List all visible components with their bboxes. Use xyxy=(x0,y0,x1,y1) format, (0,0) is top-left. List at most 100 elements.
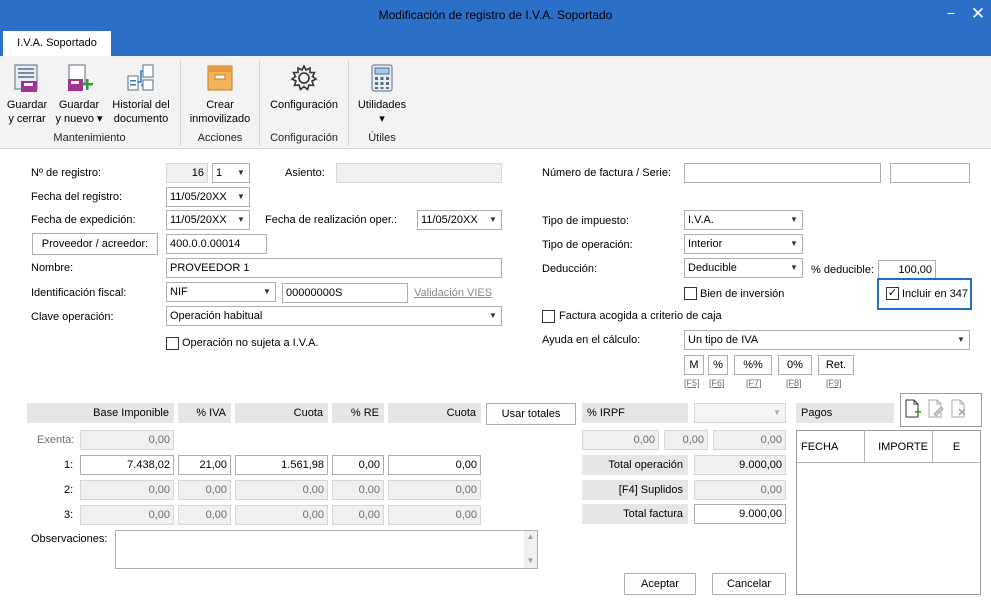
ayuda-calculo-label: Ayuda en el cálculo: xyxy=(542,334,641,346)
header-pct-iva: % IVA xyxy=(178,403,231,423)
fecha-realizacion-picker[interactable]: 11/05/20XX ▼ xyxy=(417,210,502,230)
aceptar-button[interactable]: Aceptar xyxy=(624,573,696,595)
chevron-down-icon: ▼ xyxy=(489,215,497,224)
numero-factura-field[interactable] xyxy=(684,163,881,183)
row-3-label: 3: xyxy=(64,509,74,521)
no-sujeta-checkbox[interactable] xyxy=(166,337,179,350)
calc-pct-button[interactable]: % xyxy=(708,355,728,375)
header-cuota: Cuota xyxy=(235,403,328,423)
edit-document-icon[interactable] xyxy=(927,399,945,419)
ribbon-separator xyxy=(348,60,349,146)
historial-documento-button[interactable]: Historial del documento xyxy=(107,62,175,126)
identificacion-tipo-value: NIF xyxy=(170,286,188,298)
shortcut-f9: [F9] xyxy=(826,378,842,388)
row-2-iva-field[interactable]: 0,00 xyxy=(178,480,231,500)
total-operacion-label: Total operación xyxy=(582,455,688,475)
calc-zero-button[interactable]: 0% xyxy=(778,355,812,375)
header-base-imponible: Base Imponible xyxy=(27,403,174,423)
utilidades-button[interactable]: Utilidades ▾ xyxy=(352,62,412,126)
pct-deducible-field[interactable]: 100,00 xyxy=(878,260,936,280)
configuracion-button[interactable]: Configuración xyxy=(264,62,344,112)
observaciones-textarea[interactable] xyxy=(115,530,538,569)
chevron-down-icon: ▼ xyxy=(773,408,781,417)
irpf-value-1[interactable]: 0,00 xyxy=(582,430,659,450)
exenta-field[interactable]: 0,00 xyxy=(80,430,174,450)
registro-num-field[interactable]: 16 xyxy=(166,163,208,183)
crear-line2: inmovilizado xyxy=(189,113,251,125)
row-1-re-field[interactable]: 0,00 xyxy=(332,455,384,475)
calc-pctpct-button[interactable]: %% xyxy=(734,355,772,375)
row-1-cuota-field[interactable]: 1.561,98 xyxy=(235,455,328,475)
scroll-up-icon[interactable]: ▲ xyxy=(525,532,536,542)
calc-m-button[interactable]: M xyxy=(684,355,704,375)
minimize-button[interactable]: − xyxy=(944,6,958,20)
cancelar-button[interactable]: Cancelar xyxy=(712,573,786,595)
nombre-field[interactable]: PROVEEDOR 1 xyxy=(166,258,502,278)
irpf-select[interactable]: ▼ xyxy=(694,403,786,423)
clave-operacion-select[interactable]: Operación habitual ▼ xyxy=(166,306,502,326)
criterio-caja-checkbox[interactable] xyxy=(542,310,555,323)
serie-field[interactable] xyxy=(890,163,970,183)
pagos-col-importe[interactable]: IMPORTE xyxy=(865,431,933,463)
deduccion-label: Deducción: xyxy=(542,263,598,275)
usar-totales-button[interactable]: Usar totales xyxy=(486,403,576,425)
row-3-iva-field[interactable]: 0,00 xyxy=(178,505,231,525)
close-button[interactable]: ✕ xyxy=(970,5,986,22)
identificacion-tipo-select[interactable]: NIF ▼ xyxy=(166,282,276,302)
fecha-realizacion-value: 11/05/20XX xyxy=(421,214,478,226)
clave-operacion-label: Clave operación: xyxy=(31,311,114,323)
pagos-col-e[interactable]: E xyxy=(933,431,980,463)
pagos-col-fecha[interactable]: FECHA xyxy=(797,431,865,463)
deduccion-select[interactable]: Deducible ▼ xyxy=(684,258,803,278)
chevron-down-icon: ▼ xyxy=(237,192,245,201)
row-3-cuota-re-field[interactable]: 0,00 xyxy=(388,505,481,525)
suplidos-label[interactable]: [F4] Suplidos xyxy=(582,480,688,500)
ayuda-calculo-select[interactable]: Un tipo de IVA ▼ xyxy=(684,330,970,350)
irpf-value-3[interactable]: 0,00 xyxy=(713,430,786,450)
row-3-cuota-field[interactable]: 0,00 xyxy=(235,505,328,525)
guardar-nuevo-button[interactable]: Guardar y nuevo ▾ xyxy=(54,62,104,126)
fecha-expedicion-picker[interactable]: 11/05/20XX ▼ xyxy=(166,210,250,230)
fecha-registro-picker[interactable]: 11/05/20XX ▼ xyxy=(166,187,250,207)
chevron-down-icon: ▼ xyxy=(957,335,965,344)
incluir-347-checkbox[interactable]: ✓ xyxy=(886,287,899,300)
validacion-vies-link[interactable]: Validación VIES xyxy=(414,287,492,299)
asiento-field[interactable] xyxy=(336,163,502,183)
irpf-value-2[interactable]: 0,00 xyxy=(664,430,708,450)
delete-document-icon[interactable] xyxy=(950,399,968,419)
row-2-cuota-re-field[interactable]: 0,00 xyxy=(388,480,481,500)
clave-operacion-value: Operación habitual xyxy=(170,310,263,322)
proveedor-field[interactable]: 400.0.0.00014 xyxy=(166,234,267,254)
group-utiles: Útiles xyxy=(368,132,396,144)
row-3-re-field[interactable]: 0,00 xyxy=(332,505,384,525)
tipo-operacion-select[interactable]: Interior ▼ xyxy=(684,234,803,254)
tipo-impuesto-select[interactable]: I.V.A. ▼ xyxy=(684,210,803,230)
registro-select[interactable]: 1 ▼ xyxy=(212,163,250,183)
row-3-base-field[interactable]: 0,00 xyxy=(80,505,174,525)
total-factura-field[interactable]: 9.000,00 xyxy=(694,504,786,524)
no-sujeta-label: Operación no sujeta a I.V.A. xyxy=(182,337,319,349)
calc-ret-button[interactable]: Ret. xyxy=(818,355,854,375)
ribbon-tab-strip xyxy=(0,31,991,56)
row-1-cuota-re-field[interactable]: 0,00 xyxy=(388,455,481,475)
tab-iva-soportado[interactable]: I.V.A. Soportado xyxy=(3,31,111,56)
row-1-iva-field[interactable]: 21,00 xyxy=(178,455,231,475)
suplidos-field[interactable]: 0,00 xyxy=(694,480,786,500)
row-1-base-field[interactable]: 7.438,02 xyxy=(80,455,174,475)
configuracion-line1: Configuración xyxy=(270,99,338,111)
row-2-base-field[interactable]: 0,00 xyxy=(80,480,174,500)
history-icon xyxy=(127,64,154,91)
scroll-down-icon[interactable]: ▼ xyxy=(525,556,536,566)
row-2-re-field[interactable]: 0,00 xyxy=(332,480,384,500)
new-document-icon[interactable] xyxy=(904,399,922,419)
row-2-cuota-field[interactable]: 0,00 xyxy=(235,480,328,500)
deduccion-value: Deducible xyxy=(688,262,737,274)
bien-inversion-checkbox[interactable] xyxy=(684,287,697,300)
nif-field[interactable]: 00000000S xyxy=(282,283,408,303)
chevron-down-icon: ▼ xyxy=(489,311,497,320)
total-operacion-field[interactable]: 9.000,00 xyxy=(694,455,786,475)
incluir-347-label: Incluir en 347 xyxy=(902,288,969,300)
guardar-cerrar-button[interactable]: Guardar y cerrar xyxy=(3,62,51,126)
crear-inmovilizado-button[interactable]: Crear inmovilizado xyxy=(184,62,256,126)
proveedor-acreedor-button[interactable]: Proveedor / acreedor: xyxy=(32,233,158,255)
